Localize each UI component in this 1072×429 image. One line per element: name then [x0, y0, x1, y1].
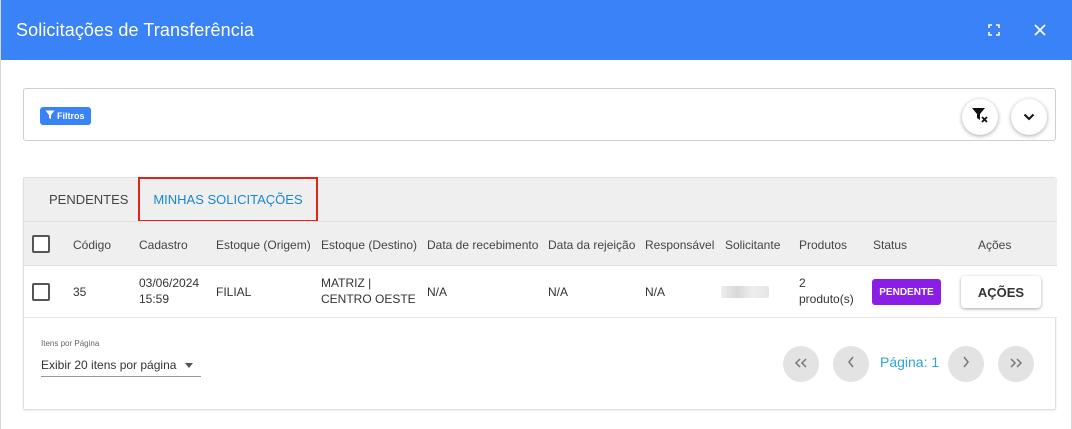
requests-table-card: PENDENTES MINHAS SOLICITAÇÕES Código Cad… — [23, 177, 1057, 410]
table-header: Código Cadastro Estoque (Origem) Estoque… — [24, 221, 1057, 266]
cell-responsavel: N/A — [645, 285, 666, 299]
cell-cadastro-date: 03/06/2024 — [139, 276, 200, 290]
select-all-checkbox[interactable] — [32, 235, 50, 253]
cell-cadastro-time: 15:59 — [139, 292, 170, 306]
column-header-data-recebimento[interactable]: Data de recebimento — [427, 222, 538, 267]
table-row[interactable]: 35 03/06/2024 15:59 FILIAL MATRIZ | CENT… — [24, 266, 1057, 318]
filter-panel: Filtros — [23, 88, 1056, 141]
cell-produtos-unit: produto(s) — [799, 292, 854, 306]
items-per-page-value: Exibir 20 itens por página — [41, 357, 177, 372]
tab-pendentes[interactable]: PENDENTES — [49, 178, 128, 221]
column-header-acoes: Ações — [978, 237, 1012, 252]
first-page-button[interactable] — [783, 346, 819, 382]
dialog-title: Solicitações de Transferência — [16, 19, 255, 40]
chevron-left-icon — [847, 355, 855, 373]
dropdown-caret-icon — [185, 363, 193, 368]
cell-solicitante-redacted — [721, 286, 769, 298]
chevron-right-icon — [962, 355, 970, 373]
column-header-produtos[interactable]: Produtos — [799, 222, 847, 267]
tabs-bar: PENDENTES MINHAS SOLICITAÇÕES — [24, 177, 1057, 222]
status-badge: PENDENTE — [872, 279, 941, 305]
tab-minhas-solicitacoes[interactable]: MINHAS SOLICITAÇÕES — [138, 177, 318, 222]
current-page-label: Página: 1 — [880, 354, 940, 370]
column-header-estoque-destino[interactable]: Estoque (Destino) — [321, 222, 417, 267]
previous-page-button[interactable] — [833, 346, 869, 382]
double-chevron-left-icon — [794, 355, 808, 373]
chevron-down-icon — [1023, 108, 1035, 126]
cell-estoque-destino-line2: CENTRO OESTE — [321, 292, 416, 306]
row-checkbox[interactable] — [32, 283, 50, 301]
cell-estoque-origem: FILIAL — [216, 285, 252, 299]
cell-codigo: 35 — [73, 285, 87, 299]
expand-filters-button[interactable] — [1011, 99, 1047, 135]
column-header-data-rejeicao[interactable]: Data da rejeição — [548, 222, 635, 267]
items-per-page-select[interactable]: Exibir 20 itens por página — [41, 353, 201, 377]
column-header-estoque-origem[interactable]: Estoque (Origem) — [216, 222, 311, 267]
column-header-responsavel[interactable]: Responsável — [645, 222, 714, 267]
fullscreen-icon[interactable] — [982, 18, 1006, 42]
items-per-page-label: Itens por Página — [41, 339, 100, 348]
close-icon[interactable] — [1028, 18, 1052, 42]
column-header-codigo[interactable]: Código — [73, 222, 111, 267]
filter-clear-icon — [971, 106, 989, 129]
cell-data-recebimento: N/A — [427, 285, 448, 299]
column-header-cadastro[interactable]: Cadastro — [139, 222, 188, 267]
transfer-requests-dialog: Solicitações de Transferência Filtros PE… — [0, 0, 1072, 429]
filters-button[interactable]: Filtros — [40, 107, 91, 125]
dialog-titlebar: Solicitações de Transferência — [1, 0, 1072, 60]
filters-button-label: Filtros — [57, 111, 85, 121]
cell-data-rejeicao: N/A — [548, 285, 569, 299]
filter-icon — [45, 110, 55, 122]
cell-produtos-count: 2 — [799, 276, 806, 290]
double-chevron-right-icon — [1009, 355, 1023, 373]
cell-estoque-destino-line1: MATRIZ | — [321, 276, 372, 290]
last-page-button[interactable] — [998, 346, 1034, 382]
actions-button[interactable]: AÇÕES — [961, 276, 1041, 308]
clear-filters-button[interactable] — [962, 99, 998, 135]
column-header-solicitante[interactable]: Solicitante — [725, 222, 780, 267]
next-page-button[interactable] — [948, 346, 984, 382]
column-header-status[interactable]: Status — [873, 222, 907, 267]
